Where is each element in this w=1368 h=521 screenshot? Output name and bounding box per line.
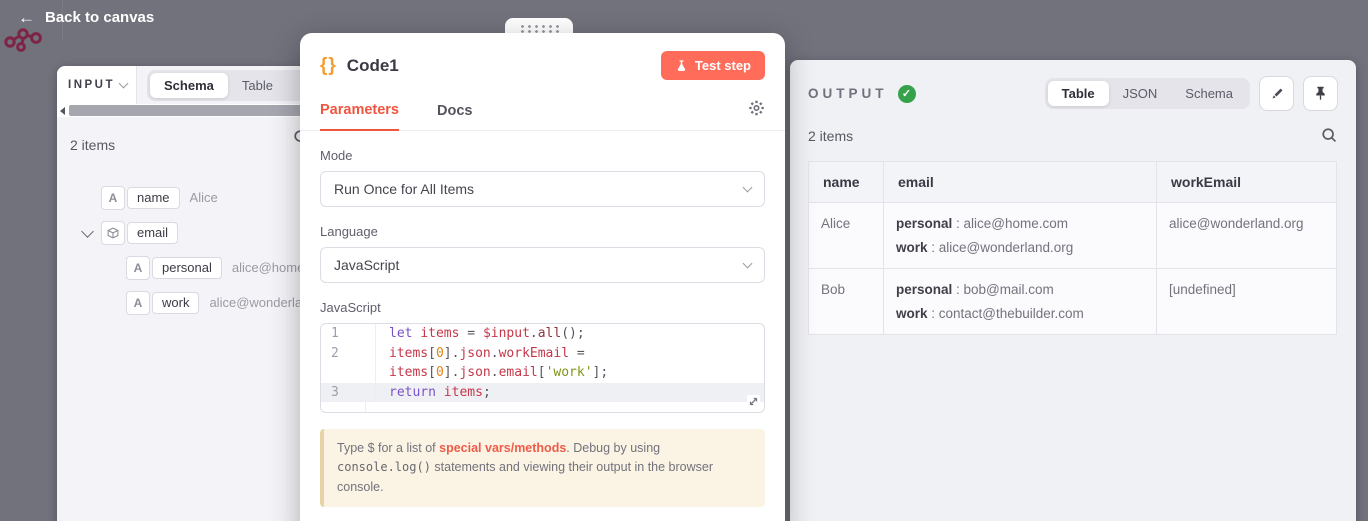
line-number: 2	[321, 344, 376, 364]
line-number	[321, 363, 376, 383]
schema-row-email: email	[70, 215, 306, 250]
code-content: items[0].json.workEmail =	[376, 344, 585, 364]
code-line[interactable]: 3return items;	[321, 383, 764, 403]
gear-icon[interactable]	[748, 95, 765, 130]
schema-key-pill[interactable]: name	[127, 187, 180, 209]
back-label: Back to canvas	[45, 9, 154, 26]
column-header-name: name	[809, 162, 884, 203]
output-panel: OUTPUT ✓ TableJSONSchema 2 items	[790, 60, 1356, 521]
tab-table[interactable]: Table	[228, 73, 287, 98]
output-table: nameemailworkEmail Alicepersonal : alice…	[808, 161, 1337, 335]
cell-name: Alice	[809, 203, 884, 269]
modal-tabs: Parameters Docs	[300, 95, 785, 131]
flask-icon	[675, 59, 688, 73]
schema-row-personal: Apersonalalice@home.com	[70, 250, 306, 285]
object-type-icon	[101, 221, 125, 245]
input-items-count: 2 items	[70, 137, 306, 153]
cell-workemail: alice@wonderland.org	[1157, 203, 1337, 269]
back-to-canvas-button[interactable]: ← Back to canvas	[18, 9, 154, 26]
scrollbar-handle[interactable]	[69, 105, 320, 116]
node-title: Code1	[347, 56, 399, 76]
input-panel-header: INPUT SchemaTableJSON	[57, 66, 320, 104]
code-editor[interactable]: 1let items = $input.all();2items[0].json…	[320, 323, 765, 413]
schema-row-work: Aworkalice@wonderland.or	[70, 285, 306, 320]
collapse-chevron-icon[interactable]	[81, 225, 94, 238]
input-source-dropdown[interactable]: INPUT	[57, 66, 137, 104]
schema-key-pill[interactable]: work	[152, 292, 199, 314]
pencil-icon	[1269, 86, 1285, 102]
scroll-left-arrow[interactable]	[60, 107, 65, 115]
special-vars-link[interactable]: special vars/methods	[439, 441, 566, 455]
cell-email: personal : alice@home.comwork : alice@wo…	[884, 203, 1157, 269]
schema-key-pill[interactable]: email	[127, 222, 178, 244]
language-value: JavaScript	[334, 257, 399, 273]
input-schema-tree: AnameAliceemailApersonalalice@home.comAw…	[70, 180, 306, 320]
line-number: 3	[321, 383, 376, 403]
schema-row-name: Aname Alice	[70, 180, 306, 215]
output-items-count: 2 items	[808, 128, 1321, 144]
editor-hint: Type $ for a list of special vars/method…	[320, 429, 765, 507]
code-content: items[0].json.email['work'];	[376, 363, 608, 383]
output-view-tabs: TableJSONSchema	[1045, 78, 1250, 109]
code-node-icon: {}	[320, 55, 337, 77]
test-step-button[interactable]: Test step	[661, 51, 765, 80]
pin-data-button[interactable]	[1303, 76, 1338, 111]
chevron-down-icon	[743, 259, 753, 269]
chevron-down-icon	[119, 79, 129, 89]
back-arrow-icon: ←	[18, 9, 35, 26]
tab-table[interactable]: Table	[1048, 81, 1109, 106]
output-panel-title: OUTPUT	[808, 86, 888, 101]
tab-json[interactable]: JSON	[1109, 81, 1172, 106]
code-editor-label: JavaScript	[320, 300, 765, 315]
line-number: 1	[321, 324, 376, 344]
expand-editor-icon[interactable]	[747, 395, 760, 408]
string-type-icon: A	[101, 186, 125, 210]
inline-code: console.log()	[337, 460, 431, 474]
chevron-down-icon	[743, 183, 753, 193]
mode-value: Run Once for All Items	[334, 181, 474, 197]
code-line[interactable]: 1let items = $input.all();	[321, 324, 764, 344]
code-content: return items;	[376, 383, 491, 403]
pin-icon	[1313, 86, 1328, 101]
input-panel-title: INPUT	[68, 79, 115, 91]
language-select[interactable]: JavaScript	[320, 247, 765, 283]
cell-name: Bob	[809, 269, 884, 335]
code-line[interactable]: items[0].json.email['work'];	[321, 363, 764, 383]
edit-output-button[interactable]	[1259, 76, 1294, 111]
cell-workemail: [undefined]	[1157, 269, 1337, 335]
input-panel: INPUT SchemaTableJSON 2 items Aname Alice…	[57, 66, 320, 521]
tab-schema[interactable]: Schema	[1171, 81, 1247, 106]
schema-value: Alice	[190, 190, 218, 205]
mode-select[interactable]: Run Once for All Items	[320, 171, 765, 207]
string-type-icon: A	[126, 291, 150, 315]
search-icon[interactable]	[1321, 127, 1338, 144]
input-horizontal-scrollbar[interactable]	[57, 104, 320, 117]
table-row: Alicepersonal : alice@home.comwork : ali…	[809, 203, 1337, 269]
tab-schema[interactable]: Schema	[150, 73, 228, 98]
mode-label: Mode	[320, 148, 765, 163]
code-line[interactable]: 2items[0].json.workEmail =	[321, 344, 764, 364]
tab-docs[interactable]: Docs	[437, 103, 472, 130]
code-node-modal: {} Code1 Test step Parameters Docs Mode R…	[300, 33, 785, 521]
column-header-workEmail: workEmail	[1157, 162, 1337, 203]
code-content: let items = $input.all();	[376, 324, 585, 344]
table-row: Bobpersonal : bob@mail.comwork : contact…	[809, 269, 1337, 335]
tab-parameters[interactable]: Parameters	[320, 102, 399, 131]
input-view-tabs: SchemaTableJSON	[147, 70, 320, 101]
column-header-email: email	[884, 162, 1157, 203]
schema-key-pill[interactable]: personal	[152, 257, 222, 279]
success-check-icon: ✓	[898, 85, 916, 103]
string-type-icon: A	[126, 256, 150, 280]
language-label: Language	[320, 224, 765, 239]
cell-email: personal : bob@mail.comwork : contact@th…	[884, 269, 1157, 335]
